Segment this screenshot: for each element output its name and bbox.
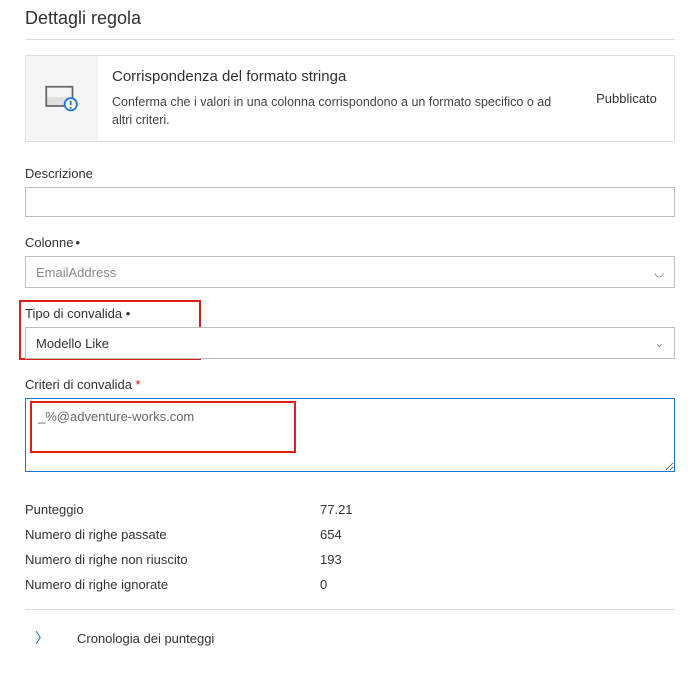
- stat-label: Numero di righe passate: [25, 527, 320, 542]
- validation-type-select[interactable]: Modello Like ⌄: [25, 327, 675, 359]
- validation-type-field-block: Tipo di convalida • Modello Like ⌄: [25, 306, 675, 359]
- stat-row-passed: Numero di righe passate 654: [25, 522, 675, 547]
- validation-type-value: Modello Like: [36, 336, 109, 351]
- columns-value: EmailAddress: [36, 265, 116, 280]
- validation-criteria-field-block: Criteri di convalida: [25, 377, 675, 475]
- stat-row-ignored: Numero di righe ignorate 0: [25, 572, 675, 597]
- page-title: Dettagli regola: [25, 0, 675, 40]
- columns-select[interactable]: EmailAddress ◡: [25, 256, 675, 288]
- stat-value: 193: [320, 552, 342, 567]
- validation-criteria-label: Criteri di convalida: [25, 377, 675, 392]
- stat-label: Punteggio: [25, 502, 320, 517]
- chevron-down-icon: ◡: [654, 266, 664, 279]
- stat-value: 77.21: [320, 502, 353, 517]
- stat-value: 0: [320, 577, 327, 592]
- stat-row-score: Punteggio 77.21: [25, 497, 675, 522]
- stat-row-failed: Numero di righe non riuscito 193: [25, 547, 675, 572]
- description-input[interactable]: [25, 187, 675, 217]
- columns-label: Colonne: [25, 235, 675, 250]
- chevron-down-icon: ⌄: [655, 337, 664, 350]
- stat-value: 654: [320, 527, 342, 542]
- rule-type-icon: [26, 56, 98, 141]
- description-field-block: Descrizione: [25, 166, 675, 217]
- validation-criteria-textarea[interactable]: [25, 398, 675, 472]
- rule-summary-card: Corrispondenza del formato stringa Confe…: [25, 55, 675, 142]
- rule-status: Pubblicato: [579, 56, 674, 141]
- score-history-toggle[interactable]: 〉 Cronologia dei punteggi: [25, 620, 675, 656]
- columns-field-block: Colonne EmailAddress ◡: [25, 235, 675, 288]
- stats-section: Punteggio 77.21 Numero di righe passate …: [25, 493, 675, 610]
- validation-type-label: Tipo di convalida •: [25, 306, 675, 321]
- chevron-right-icon: 〉: [35, 628, 49, 648]
- description-label: Descrizione: [25, 166, 675, 181]
- score-history-label: Cronologia dei punteggi: [77, 631, 214, 646]
- rule-description: Conferma che i valori in una colonna cor…: [112, 93, 565, 129]
- rule-title: Corrispondenza del formato stringa: [112, 68, 565, 85]
- stat-label: Numero di righe non riuscito: [25, 552, 320, 567]
- stat-label: Numero di righe ignorate: [25, 577, 320, 592]
